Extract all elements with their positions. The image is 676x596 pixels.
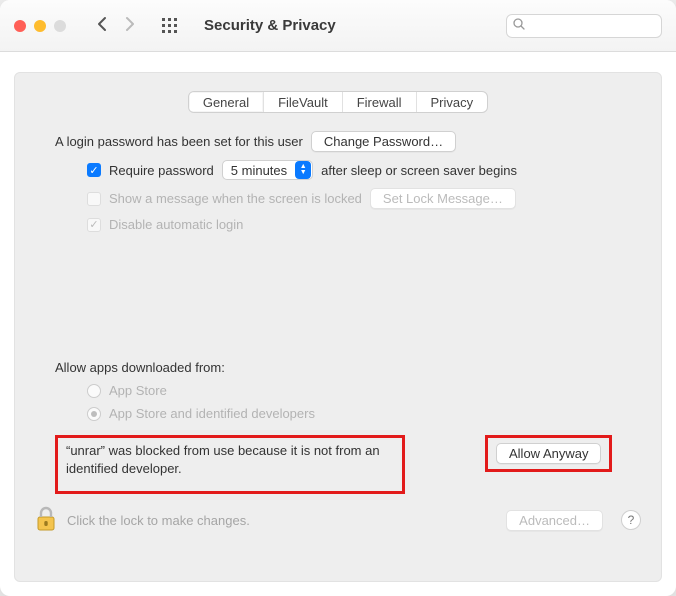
login-password-text: A login password has been set for this u… bbox=[55, 134, 303, 149]
tab-privacy[interactable]: Privacy bbox=[417, 92, 488, 112]
show-message-row: Show a message when the screen is locked… bbox=[55, 188, 621, 209]
tab-general[interactable]: General bbox=[189, 92, 264, 112]
window-title: Security & Privacy bbox=[204, 17, 336, 34]
footer: Click the lock to make changes. Advanced… bbox=[15, 494, 661, 552]
general-tab-content: A login password has been set for this u… bbox=[15, 113, 661, 494]
allow-apps-appstore-label: App Store bbox=[109, 383, 167, 398]
require-password-delay-select[interactable]: 5 minutes ▲▼ bbox=[222, 160, 313, 180]
blocked-app-message: “unrar” was blocked from use because it … bbox=[55, 435, 405, 494]
zoom-icon bbox=[54, 20, 66, 32]
search-icon bbox=[513, 18, 525, 33]
lock-hint-text: Click the lock to make changes. bbox=[67, 513, 250, 528]
show-message-checkbox bbox=[87, 192, 101, 206]
allow-apps-appstore-radio bbox=[87, 384, 101, 398]
tab-segmented-control: General FileVault Firewall Privacy bbox=[188, 91, 488, 113]
content-panel: General FileVault Firewall Privacy A log… bbox=[14, 72, 662, 582]
minimize-icon[interactable] bbox=[34, 20, 46, 32]
lock-icon[interactable] bbox=[35, 506, 57, 535]
require-password-label: Require password bbox=[109, 163, 214, 178]
search-input[interactable] bbox=[529, 19, 676, 33]
forward-button bbox=[124, 16, 136, 35]
tab-bar: General FileVault Firewall Privacy bbox=[15, 91, 661, 113]
allow-apps-appstore-row: App Store bbox=[55, 383, 621, 398]
titlebar: Security & Privacy ✕ bbox=[0, 0, 676, 52]
require-password-row: ✓ Require password 5 minutes ▲▼ after sl… bbox=[55, 160, 621, 180]
allow-apps-identified-label: App Store and identified developers bbox=[109, 406, 315, 421]
change-password-button[interactable]: Change Password… bbox=[311, 131, 456, 152]
preferences-window: Security & Privacy ✕ General FileVault F… bbox=[0, 0, 676, 596]
search-field[interactable]: ✕ bbox=[506, 14, 662, 38]
disable-auto-login-checkbox: ✓ bbox=[87, 218, 101, 232]
allow-anyway-button[interactable]: Allow Anyway bbox=[496, 443, 601, 464]
require-password-after-text: after sleep or screen saver begins bbox=[321, 163, 517, 178]
show-message-label: Show a message when the screen is locked bbox=[109, 191, 362, 206]
show-all-icon[interactable] bbox=[162, 18, 178, 34]
set-lock-message-button: Set Lock Message… bbox=[370, 188, 516, 209]
disable-auto-login-label: Disable automatic login bbox=[109, 217, 243, 232]
login-password-row: A login password has been set for this u… bbox=[55, 131, 621, 152]
allow-apps-heading: Allow apps downloaded from: bbox=[55, 360, 621, 375]
require-password-checkbox[interactable]: ✓ bbox=[87, 163, 101, 177]
advanced-button: Advanced… bbox=[506, 510, 603, 531]
back-button[interactable] bbox=[96, 16, 108, 35]
allow-apps-identified-radio bbox=[87, 407, 101, 421]
traffic-lights bbox=[14, 20, 66, 32]
select-arrows-icon: ▲▼ bbox=[295, 161, 311, 179]
allow-anyway-highlight: Allow Anyway bbox=[485, 435, 612, 472]
require-password-delay-value: 5 minutes bbox=[231, 163, 287, 178]
nav-buttons bbox=[96, 16, 136, 35]
close-icon[interactable] bbox=[14, 20, 26, 32]
allow-apps-identified-row: App Store and identified developers bbox=[55, 406, 621, 421]
blocked-app-row: “unrar” was blocked from use because it … bbox=[55, 435, 621, 494]
tab-firewall[interactable]: Firewall bbox=[343, 92, 417, 112]
tab-filevault[interactable]: FileVault bbox=[264, 92, 343, 112]
help-button[interactable]: ? bbox=[621, 510, 641, 530]
disable-auto-login-row: ✓ Disable automatic login bbox=[55, 217, 621, 232]
